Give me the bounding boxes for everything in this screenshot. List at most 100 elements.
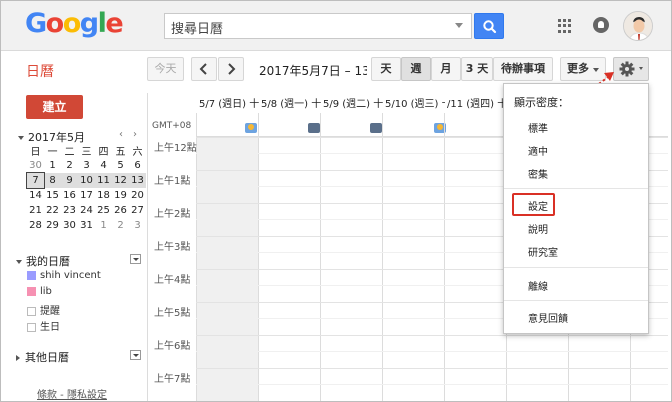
menu-item-help[interactable]: 說明 xyxy=(528,221,548,236)
day-divider xyxy=(196,113,197,401)
app-title[interactable]: 日曆 xyxy=(26,61,54,81)
avatar[interactable] xyxy=(623,11,653,41)
my-calendars-header[interactable]: 我的日曆 xyxy=(16,253,70,269)
menu-item-density-compact[interactable]: 密集 xyxy=(528,166,548,181)
calendar-list-item[interactable]: 提醒 xyxy=(27,302,60,317)
logo-letter: g xyxy=(79,8,99,39)
calendar-list-item[interactable]: 生日 xyxy=(27,318,60,333)
mini-day[interactable]: 7 xyxy=(26,172,45,189)
mini-prev-month-icon[interactable]: ‹ xyxy=(119,129,123,140)
view-agenda-button[interactable]: 待辦事項 xyxy=(493,57,553,81)
mini-day[interactable]: 3 xyxy=(78,158,95,173)
hour-label: 上午12點 xyxy=(154,143,197,154)
mini-day[interactable]: 23 xyxy=(61,203,78,218)
mini-day[interactable]: 12 xyxy=(112,173,129,188)
half-hour-gridline xyxy=(196,351,668,352)
day-column-header[interactable]: 5/8 (週一) 十三 xyxy=(261,95,321,113)
menu-divider xyxy=(504,267,648,268)
notifications-bell-icon[interactable] xyxy=(593,17,609,33)
mini-weekday: 三 xyxy=(81,147,92,158)
mini-day[interactable]: 15 xyxy=(44,188,61,203)
mini-day[interactable]: 8 xyxy=(44,173,61,188)
terms-privacy-link[interactable]: 條款 - 隱私設定 xyxy=(37,386,107,401)
weather-cloudy-icon xyxy=(370,123,382,133)
mini-day[interactable]: 28 xyxy=(27,218,44,233)
day-divider xyxy=(320,113,321,401)
my-calendars-menu-button[interactable] xyxy=(130,254,141,264)
my-calendars-label: 我的日曆 xyxy=(26,255,70,268)
mini-day[interactable]: 14 xyxy=(27,188,44,203)
view-week-button[interactable]: 週 xyxy=(401,57,431,81)
google-logo[interactable]: Google xyxy=(25,8,124,39)
calendar-name: lib xyxy=(40,286,52,297)
mini-day[interactable]: 2 xyxy=(61,158,78,173)
menu-item-density-standard[interactable]: 標準 xyxy=(528,120,548,135)
create-event-button[interactable]: 建立 xyxy=(26,95,83,119)
mini-day[interactable]: 1 xyxy=(44,158,61,173)
calendar-list-item[interactable]: lib xyxy=(27,286,52,297)
mini-day[interactable]: 5 xyxy=(112,158,129,173)
mini-weekday: 二 xyxy=(64,147,75,158)
apps-grid-icon[interactable] xyxy=(558,19,572,33)
mini-day[interactable]: 18 xyxy=(95,188,112,203)
prev-week-button[interactable] xyxy=(191,57,217,81)
search-options-chevron-icon[interactable] xyxy=(455,23,463,28)
view-day-button[interactable]: 天 xyxy=(371,57,401,81)
mini-day[interactable]: 9 xyxy=(61,173,78,188)
calendar-color-swatch[interactable] xyxy=(27,286,36,296)
day-column-header[interactable]: 5/7 (週日) 十二 xyxy=(199,95,259,113)
mini-day[interactable]: 24 xyxy=(78,203,95,218)
mini-day[interactable]: 11 xyxy=(95,173,112,188)
day-divider xyxy=(382,113,383,401)
day-column-header[interactable]: /11 (週四) 十六 xyxy=(447,95,507,113)
mini-day[interactable]: 20 xyxy=(129,188,146,203)
mini-day[interactable]: 10 xyxy=(78,173,95,188)
mini-day[interactable]: 1 xyxy=(95,218,112,233)
mini-day[interactable]: 30 xyxy=(27,158,44,173)
day-column-header[interactable]: 5/9 (週二) 十四 xyxy=(323,95,383,113)
mini-day[interactable]: 3 xyxy=(129,218,146,233)
calendar-list-item[interactable]: shih vincent xyxy=(27,270,101,281)
menu-item-feedback[interactable]: 意見回饋 xyxy=(528,310,568,325)
calendar-color-swatch[interactable] xyxy=(27,270,36,280)
mini-day[interactable]: 22 xyxy=(44,203,61,218)
mini-day[interactable]: 25 xyxy=(95,203,112,218)
other-calendars-header[interactable]: 其他日曆 xyxy=(16,349,69,365)
collapse-triangle-icon[interactable] xyxy=(18,136,24,140)
mini-day[interactable]: 21 xyxy=(27,203,44,218)
mini-next-month-icon[interactable]: › xyxy=(133,129,137,140)
search-placeholder: 搜尋日曆 xyxy=(171,22,224,37)
calendar-color-swatch[interactable] xyxy=(27,322,36,332)
mini-day[interactable]: 17 xyxy=(78,188,95,203)
view-3day-button[interactable]: 3 天 xyxy=(461,57,493,81)
mini-day[interactable]: 31 xyxy=(78,218,95,233)
mini-day[interactable]: 27 xyxy=(129,203,146,218)
next-week-button[interactable] xyxy=(218,57,244,81)
mini-day[interactable]: 29 xyxy=(44,218,61,233)
view-month-button[interactable]: 月 xyxy=(431,57,461,81)
calendar-color-swatch[interactable] xyxy=(27,306,36,316)
mini-day[interactable]: 19 xyxy=(112,188,129,203)
mini-day[interactable]: 4 xyxy=(95,158,112,173)
calendar-window: Google 搜尋日曆 日曆 今天 2017年5月7日 – 1 天 週 月 3 … xyxy=(0,0,672,402)
mini-week-row: 14 15 16 17 18 19 20 xyxy=(27,188,146,203)
mini-day[interactable]: 13 xyxy=(129,173,146,188)
mini-day[interactable]: 6 xyxy=(129,158,146,173)
today-button[interactable]: 今天 xyxy=(147,57,184,81)
menu-item-offline[interactable]: 離線 xyxy=(528,278,548,293)
mini-day[interactable]: 30 xyxy=(61,218,78,233)
other-calendars-menu-button[interactable] xyxy=(130,350,141,360)
timezone-label: GMT+08 xyxy=(152,121,192,131)
search-input[interactable]: 搜尋日曆 xyxy=(164,13,472,39)
mini-day[interactable]: 26 xyxy=(112,203,129,218)
mini-day[interactable]: 2 xyxy=(112,218,129,233)
search-button[interactable] xyxy=(474,13,504,39)
mini-day[interactable]: 16 xyxy=(61,188,78,203)
menu-item-labs[interactable]: 研究室 xyxy=(528,244,558,259)
top-bar: Google 搜尋日曆 xyxy=(1,1,671,51)
day-column-header[interactable]: 5/10 (週三) 十五 xyxy=(385,95,445,113)
collapse-triangle-icon xyxy=(16,260,22,264)
gear-icon xyxy=(619,61,643,77)
menu-item-density-comfortable[interactable]: 適中 xyxy=(528,143,548,158)
menu-divider xyxy=(504,188,648,189)
